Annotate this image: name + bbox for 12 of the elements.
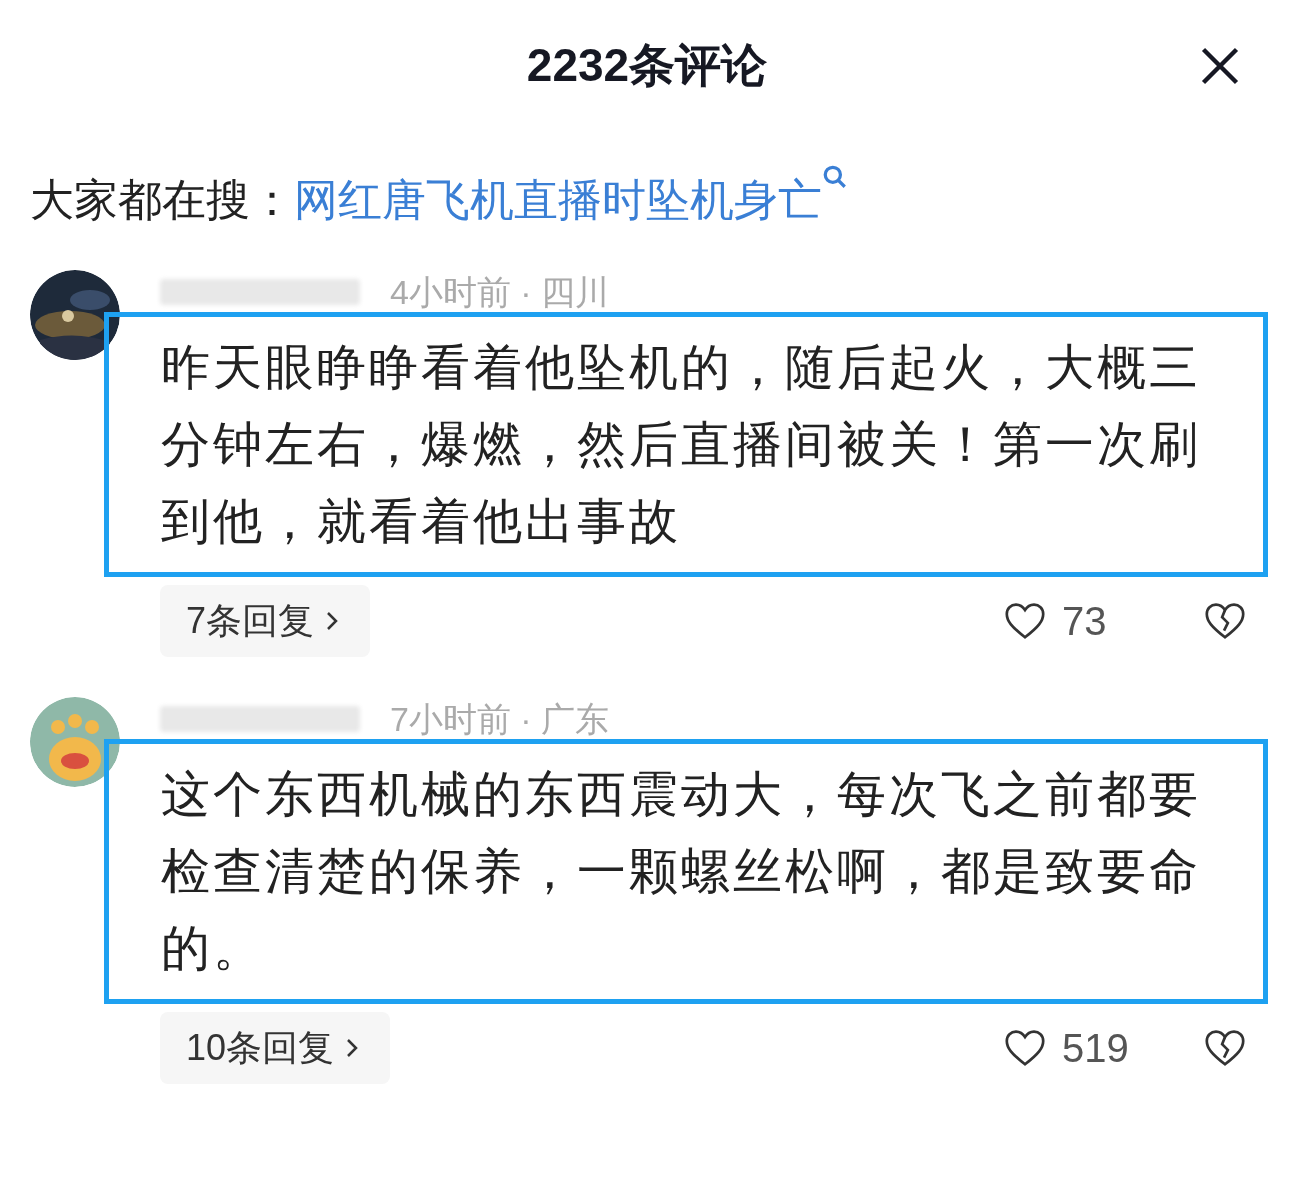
search-icon[interactable]: [822, 164, 848, 190]
like-count: 519: [1062, 1025, 1130, 1072]
search-suggestion-link[interactable]: 网红唐飞机直播时坠机身亡: [294, 167, 822, 233]
like-count: 73: [1062, 598, 1108, 645]
replies-button[interactable]: 10条回复: [160, 1012, 391, 1084]
replies-button[interactable]: 7条回复: [160, 585, 371, 657]
comment-text: 昨天眼睁睁看着他坠机的，随后起火，大概三分钟左右，爆燃，然后直播间被关！第一次刷到他，就看着他出事故: [161, 339, 1202, 550]
search-label: 大家都在搜：: [30, 174, 294, 226]
comment-text: 这个东西机械的东西震动大，每次飞之前都要检查清楚的保养，一颗螺丝松啊，都是致要命的。: [161, 766, 1202, 977]
comments-title: 2232条评论: [526, 37, 768, 93]
comment-meta: 7小时前 · 广东: [390, 698, 610, 740]
comment-meta: 4小时前 · 四川: [390, 271, 610, 313]
